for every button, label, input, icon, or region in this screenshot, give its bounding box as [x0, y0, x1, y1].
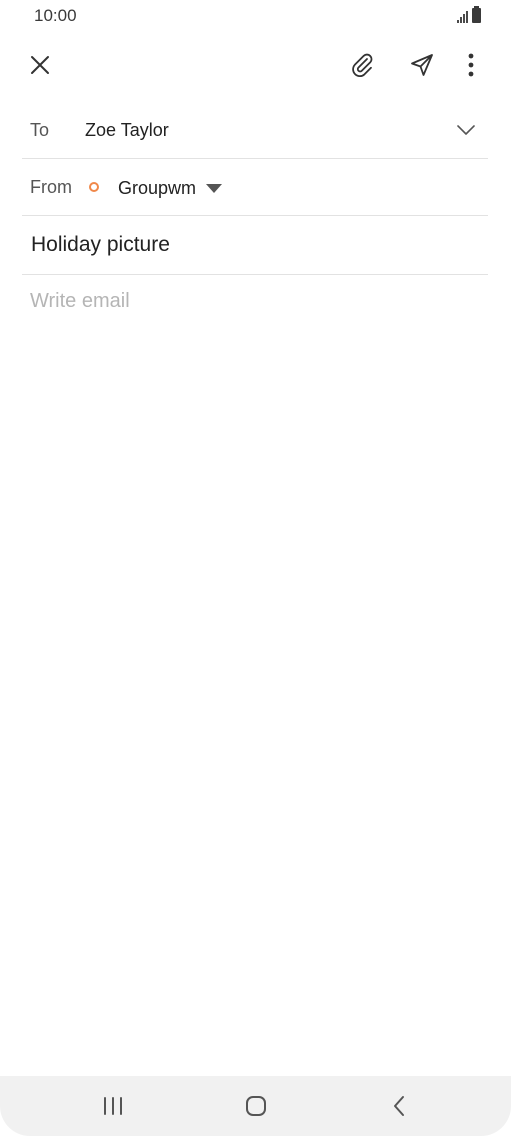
signal-icon	[457, 10, 468, 23]
to-field-row[interactable]: To Zoe Taylor	[22, 102, 488, 159]
send-button[interactable]	[400, 43, 444, 87]
from-label: From	[30, 177, 72, 197]
attach-button[interactable]	[340, 43, 384, 87]
to-label: To	[30, 120, 50, 140]
compose-email-screen: 10:00 To Zoe Taylor From Groupwm Holiday…	[0, 0, 511, 1136]
system-nav-bar	[0, 1076, 511, 1136]
recents-icon	[104, 1097, 122, 1115]
recents-button[interactable]	[83, 1084, 143, 1128]
battery-icon	[472, 6, 481, 23]
from-field-row: From Groupwm	[22, 159, 488, 216]
status-bar: 10:00	[0, 0, 511, 32]
close-button[interactable]	[18, 43, 62, 87]
account-color-dot	[89, 182, 99, 192]
close-icon	[31, 56, 49, 74]
expand-recipients-button[interactable]	[452, 116, 480, 144]
more-vertical-icon	[468, 53, 474, 77]
status-icons	[457, 6, 481, 23]
email-body-input[interactable]	[30, 290, 480, 1050]
from-account-value: Groupwm	[118, 177, 197, 198]
status-time: 10:00	[34, 6, 77, 25]
recipient-chip[interactable]: Zoe Taylor	[85, 120, 169, 141]
caret-down-icon	[206, 183, 223, 193]
chevron-down-icon	[457, 125, 475, 135]
from-account-dropdown[interactable]: Groupwm	[118, 173, 223, 203]
send-icon	[411, 54, 433, 76]
back-icon	[394, 1096, 404, 1116]
home-button[interactable]	[226, 1084, 286, 1128]
home-icon	[246, 1096, 266, 1116]
paperclip-icon	[352, 53, 373, 77]
compose-toolbar	[0, 40, 511, 90]
email-body-area	[30, 290, 480, 1050]
subject-input[interactable]	[31, 233, 471, 257]
back-button[interactable]	[369, 1084, 429, 1128]
subject-field-row	[22, 216, 488, 275]
more-options-button[interactable]	[449, 43, 493, 87]
